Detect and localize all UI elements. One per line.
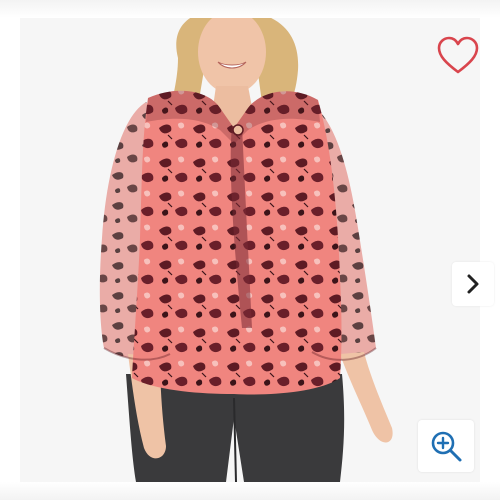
bottom-edge	[0, 482, 500, 500]
heart-outline-icon	[437, 36, 479, 74]
next-image-button[interactable]	[452, 262, 494, 306]
product-photo[interactable]	[20, 18, 480, 482]
top-edge	[0, 0, 500, 18]
zoom-in-icon	[431, 431, 462, 462]
product-image-viewer	[0, 0, 500, 500]
favorite-button[interactable]	[432, 34, 484, 78]
zoom-button[interactable]	[418, 420, 474, 472]
chevron-right-icon	[467, 274, 479, 294]
